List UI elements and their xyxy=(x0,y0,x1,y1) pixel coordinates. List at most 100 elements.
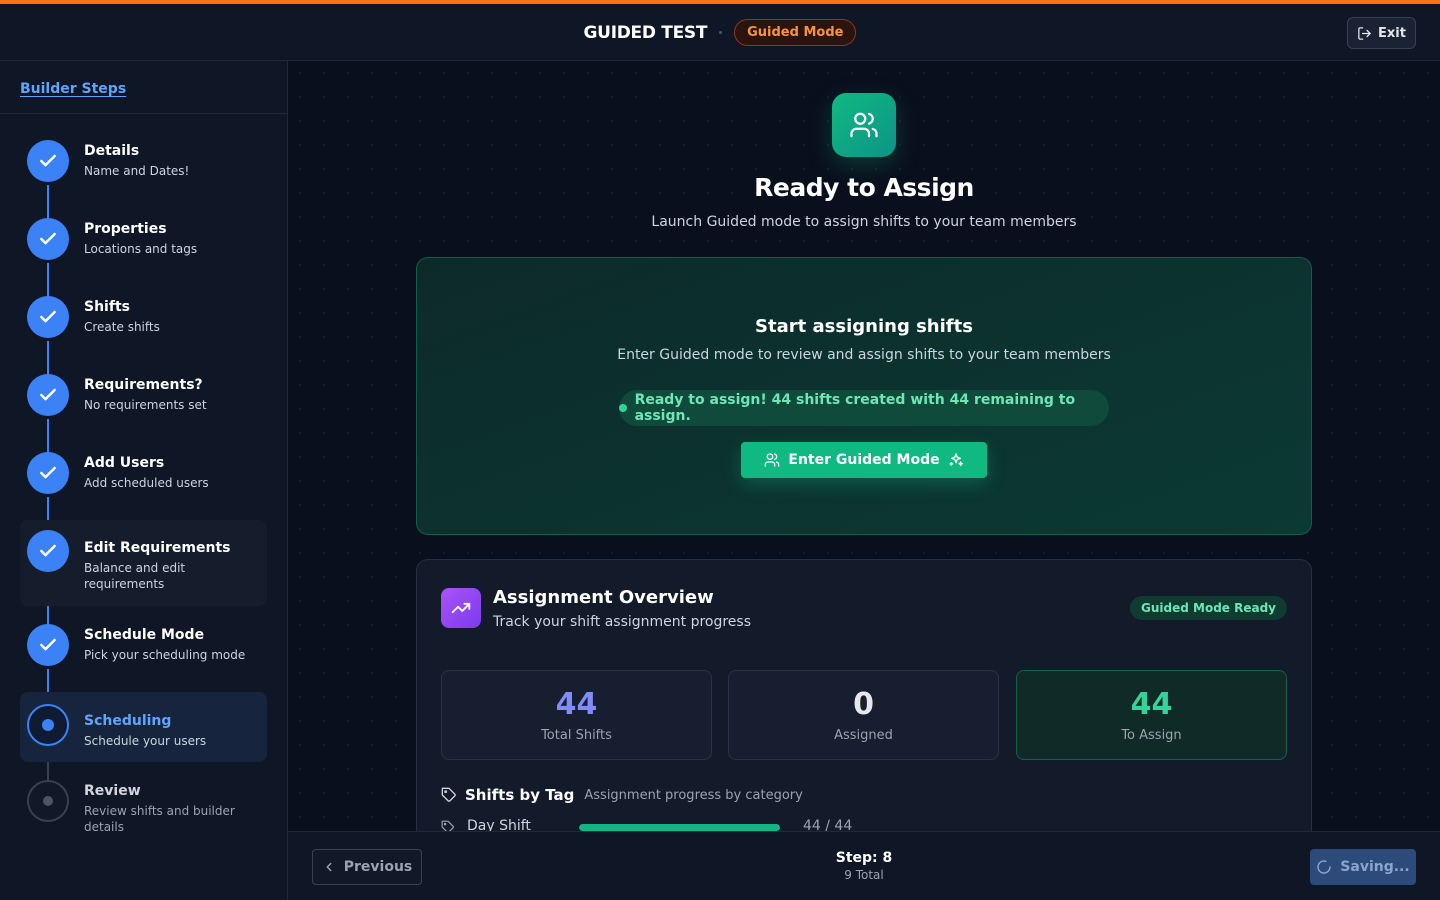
step-complete-indicator xyxy=(27,452,69,494)
overview-subtitle: Track your shift assignment progress xyxy=(493,614,752,630)
footer-bar: Previous Step: 8 9 Total Saving... xyxy=(288,831,1440,900)
check-icon xyxy=(40,638,56,651)
trending-up-icon xyxy=(451,602,471,614)
step-description: Review shifts and builder details xyxy=(84,804,235,834)
step-indicator: Step: 8 9 Total xyxy=(288,850,1440,882)
step-description: Create shifts xyxy=(84,320,160,334)
step-shifts[interactable]: Shifts Create shifts xyxy=(20,287,267,349)
schedule-title: GUIDED TEST xyxy=(583,22,708,43)
step-complete-indicator xyxy=(27,374,69,416)
exit-label: Exit xyxy=(1378,25,1406,41)
step-description: Name and Dates! xyxy=(84,164,190,178)
trending-up-badge xyxy=(441,588,481,628)
step-complete-indicator xyxy=(27,624,69,666)
users-icon xyxy=(765,453,780,467)
stat-assigned: 0 Assigned xyxy=(728,670,999,760)
step-label: Scheduling xyxy=(84,713,172,729)
tag-progress-fill xyxy=(579,824,780,831)
step-complete-indicator xyxy=(27,218,69,260)
shifts-by-tag-header: Shifts by Tag Assignment progress by cat… xyxy=(441,786,803,804)
tag-progress-track xyxy=(579,824,780,831)
overview-title: Assignment Overview xyxy=(493,587,714,608)
tag-icon xyxy=(441,820,454,831)
stat-value: 44 xyxy=(555,687,598,722)
shifts-by-tag-title: Shifts by Tag xyxy=(465,786,575,804)
shifts-by-tag-subtitle: Assignment progress by category xyxy=(584,787,803,803)
step-scheduling[interactable]: Scheduling Schedule your users xyxy=(20,692,267,762)
builder-steps-sidebar: Builder Steps Details Name and Dates! Pr… xyxy=(0,61,288,900)
check-icon xyxy=(40,154,56,167)
step-label: Properties xyxy=(84,221,167,237)
step-description: Balance and edit requirements xyxy=(84,561,186,591)
start-card-subtitle: Enter Guided mode to review and assign s… xyxy=(617,347,1111,363)
step-requirements[interactable]: Requirements? No requirements set xyxy=(20,365,267,427)
ready-status-pill: Ready to assign! 44 shifts created with … xyxy=(619,390,1109,426)
step-label: Edit Requirements xyxy=(84,540,231,556)
stat-value: 44 xyxy=(1130,687,1173,722)
step-description: No requirements set xyxy=(84,398,207,412)
start-card-title: Start assigning shifts xyxy=(755,316,973,337)
stat-value: 0 xyxy=(853,687,874,722)
check-icon xyxy=(40,544,56,557)
current-dot xyxy=(42,719,54,731)
step-add-users[interactable]: Add Users Add scheduled users xyxy=(20,443,267,505)
tag-name: Day Shift xyxy=(467,818,531,831)
step-complete-indicator xyxy=(27,296,69,338)
step-complete-indicator xyxy=(27,140,69,182)
step-properties[interactable]: Properties Locations and tags xyxy=(20,209,267,271)
stat-caption: To Assign xyxy=(1121,728,1182,743)
saving-button[interactable]: Saving... xyxy=(1310,849,1416,885)
check-icon xyxy=(40,232,56,245)
step-description: Locations and tags xyxy=(84,242,198,256)
step-edit-requirements[interactable]: Edit Requirements Balance and edit requi… xyxy=(20,520,267,606)
step-schedule-mode[interactable]: Schedule Mode Pick your scheduling mode xyxy=(20,615,267,677)
assignment-overview-card: Assignment Overview Track your shift ass… xyxy=(416,559,1312,831)
stat-to-assign: 44 To Assign xyxy=(1016,670,1287,760)
sparkles-icon xyxy=(949,453,963,466)
exit-button[interactable]: Exit xyxy=(1347,17,1416,49)
users-icon xyxy=(850,112,878,138)
step-pending-indicator xyxy=(27,780,69,822)
step-label: Shifts xyxy=(84,299,130,315)
check-icon xyxy=(40,466,56,479)
step-label: Review xyxy=(84,783,141,799)
pending-dot xyxy=(43,796,53,806)
hero-subtitle: Launch Guided mode to assign shifts to y… xyxy=(651,214,1077,230)
hero-title: Ready to Assign xyxy=(754,173,974,202)
stat-caption: Total Shifts xyxy=(541,728,612,743)
main-content: Ready to Assign Launch Guided mode to as… xyxy=(288,61,1440,831)
title-separator xyxy=(719,31,723,34)
top-header: GUIDED TEST Guided Mode Exit xyxy=(0,4,1440,61)
step-label: Schedule Mode xyxy=(84,627,205,643)
start-assigning-card: Start assigning shifts Enter Guided mode… xyxy=(416,257,1312,535)
team-hero-icon xyxy=(832,93,896,157)
step-description: Schedule your users xyxy=(84,734,207,748)
step-description: Pick your scheduling mode xyxy=(84,648,246,662)
stat-caption: Assigned xyxy=(834,728,893,743)
step-description: Add scheduled users xyxy=(84,476,209,490)
check-icon xyxy=(40,310,56,323)
ready-status-text: Ready to assign! 44 shifts created with … xyxy=(634,392,1076,424)
enter-guided-mode-label: Enter Guided Mode xyxy=(788,452,940,468)
exit-icon xyxy=(1358,26,1371,40)
step-complete-indicator xyxy=(27,530,69,572)
step-current-indicator xyxy=(27,704,69,746)
tag-icon xyxy=(441,787,456,802)
tag-count: 44 / 44 xyxy=(803,818,853,831)
sidebar-header: Builder Steps xyxy=(0,61,287,114)
step-details[interactable]: Details Name and Dates! xyxy=(20,131,267,193)
header-title-group: GUIDED TEST Guided Mode xyxy=(0,4,1440,61)
stat-total-shifts: 44 Total Shifts xyxy=(441,670,712,760)
saving-label: Saving... xyxy=(1340,859,1410,875)
total-steps-label: 9 Total xyxy=(844,868,884,882)
step-label: Details xyxy=(84,143,140,159)
check-icon xyxy=(40,388,56,401)
enter-guided-mode-button[interactable]: Enter Guided Mode xyxy=(741,442,987,478)
current-step-label: Step: 8 xyxy=(835,850,893,866)
step-label: Requirements? xyxy=(84,377,203,393)
step-review[interactable]: Review Review shifts and builder details xyxy=(20,771,267,851)
mode-badge: Guided Mode xyxy=(734,19,857,46)
spinner-icon xyxy=(1317,860,1332,874)
status-dot xyxy=(619,404,627,412)
sidebar-title[interactable]: Builder Steps xyxy=(20,81,126,97)
